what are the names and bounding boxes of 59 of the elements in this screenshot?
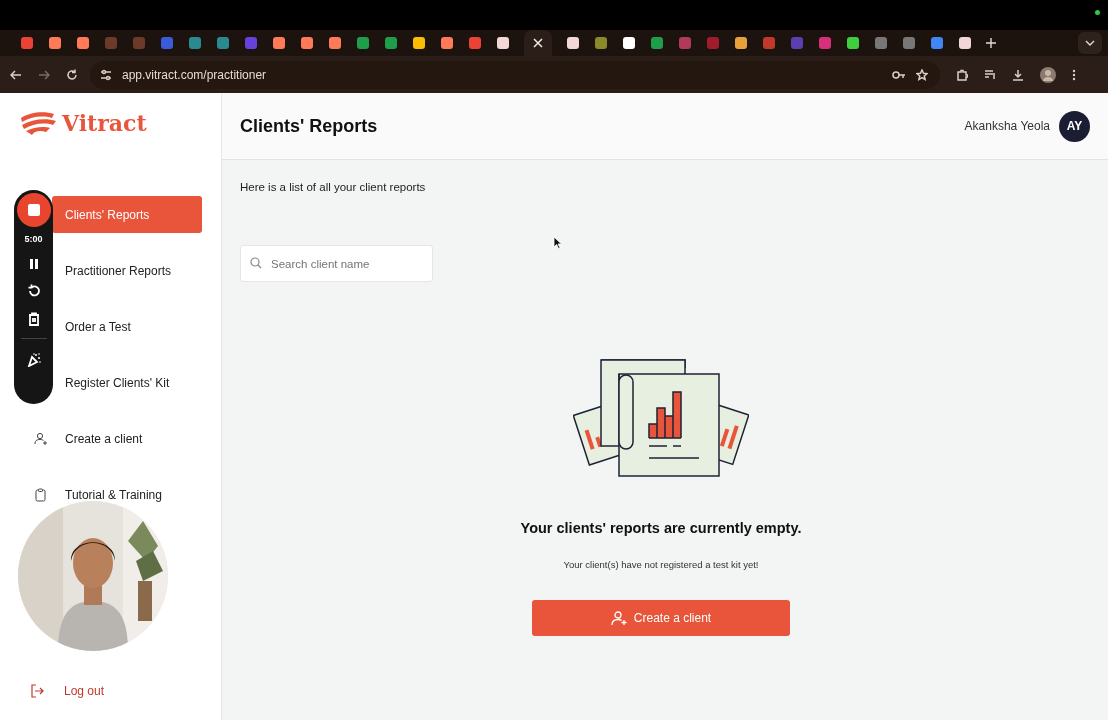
logo-text: Vitract <box>62 110 147 136</box>
clipboard-icon <box>33 487 48 502</box>
pause-icon[interactable] <box>27 258 40 270</box>
tab-favicon-icon[interactable] <box>958 36 972 50</box>
site-settings-icon[interactable] <box>100 68 112 81</box>
download-icon[interactable] <box>1012 68 1024 81</box>
status-dot <box>1095 10 1100 15</box>
reload-icon[interactable] <box>66 68 78 81</box>
tab-favicon-icon[interactable] <box>496 36 510 50</box>
user-avatar[interactable]: AY <box>1059 110 1090 142</box>
tab-favicon-icon[interactable] <box>48 36 62 50</box>
person-plus-icon <box>33 431 48 446</box>
key-icon[interactable] <box>892 69 906 80</box>
sidebar-item[interactable]: Clients' Reports <box>52 196 202 233</box>
tab-favicon-icon[interactable] <box>622 36 636 50</box>
tab-favicon-icon[interactable] <box>846 36 860 50</box>
search-field[interactable]: Search client name <box>240 245 433 282</box>
extensions-icon[interactable] <box>956 68 968 81</box>
sidebar-item[interactable]: Register Clients' Kit <box>52 364 202 401</box>
tab-favicon-icon[interactable] <box>734 36 748 50</box>
more-icon[interactable] <box>1072 68 1076 81</box>
tab-list-button[interactable] <box>1078 32 1102 54</box>
logout-link[interactable]: Log out <box>18 684 202 698</box>
sidebar-item[interactable]: Create a client <box>18 420 202 457</box>
mouse-cursor-icon <box>553 236 562 249</box>
new-tab-icon[interactable] <box>986 38 996 48</box>
confetti-icon[interactable] <box>26 353 41 367</box>
empty-state-title: Your clients' reports are currently empty. <box>520 520 802 536</box>
tab-favicon-icon[interactable] <box>76 36 90 50</box>
recording-timer: 5:00 <box>24 234 43 244</box>
restart-icon[interactable] <box>26 284 41 298</box>
person-plus-icon <box>610 610 627 626</box>
search-icon <box>250 257 262 269</box>
profile-avatar-icon[interactable] <box>1040 66 1056 83</box>
sidebar-item[interactable]: Tutorial & Training <box>18 476 202 513</box>
tab-favicon-icon[interactable] <box>328 36 342 50</box>
stop-recording-button[interactable] <box>16 193 51 227</box>
back-icon[interactable] <box>10 68 22 81</box>
forward-icon[interactable] <box>38 68 50 81</box>
tab-favicon-icon[interactable] <box>440 36 454 50</box>
media-icon[interactable] <box>984 68 996 81</box>
page-title: Clients' Reports <box>240 115 378 137</box>
trash-icon[interactable] <box>27 312 40 326</box>
url-text[interactable]: app.vitract.com/practitioner <box>122 67 267 82</box>
chevron-down-icon <box>1085 40 1095 46</box>
logout-icon <box>30 684 44 698</box>
empty-state-message: Your client(s) have not registered a test kit yet! <box>563 559 759 570</box>
star-icon[interactable] <box>916 68 928 81</box>
intro-text: Here is a list of all your client reports <box>240 181 427 193</box>
close-icon[interactable] <box>533 38 543 48</box>
tab-favicon-icon[interactable] <box>300 36 314 50</box>
user-name: Akanksha Yeola <box>964 119 1050 133</box>
create-client-button[interactable]: Create a client <box>532 600 790 636</box>
logo-icon <box>18 110 58 136</box>
sidebar-item[interactable]: Order a Test <box>52 308 202 345</box>
sidebar-item[interactable]: Practitioner Reports <box>52 252 202 289</box>
tab-favicon-icon[interactable] <box>272 36 286 50</box>
tab-favicon-icon[interactable] <box>566 36 580 50</box>
tab-favicon-icon[interactable] <box>412 36 426 50</box>
